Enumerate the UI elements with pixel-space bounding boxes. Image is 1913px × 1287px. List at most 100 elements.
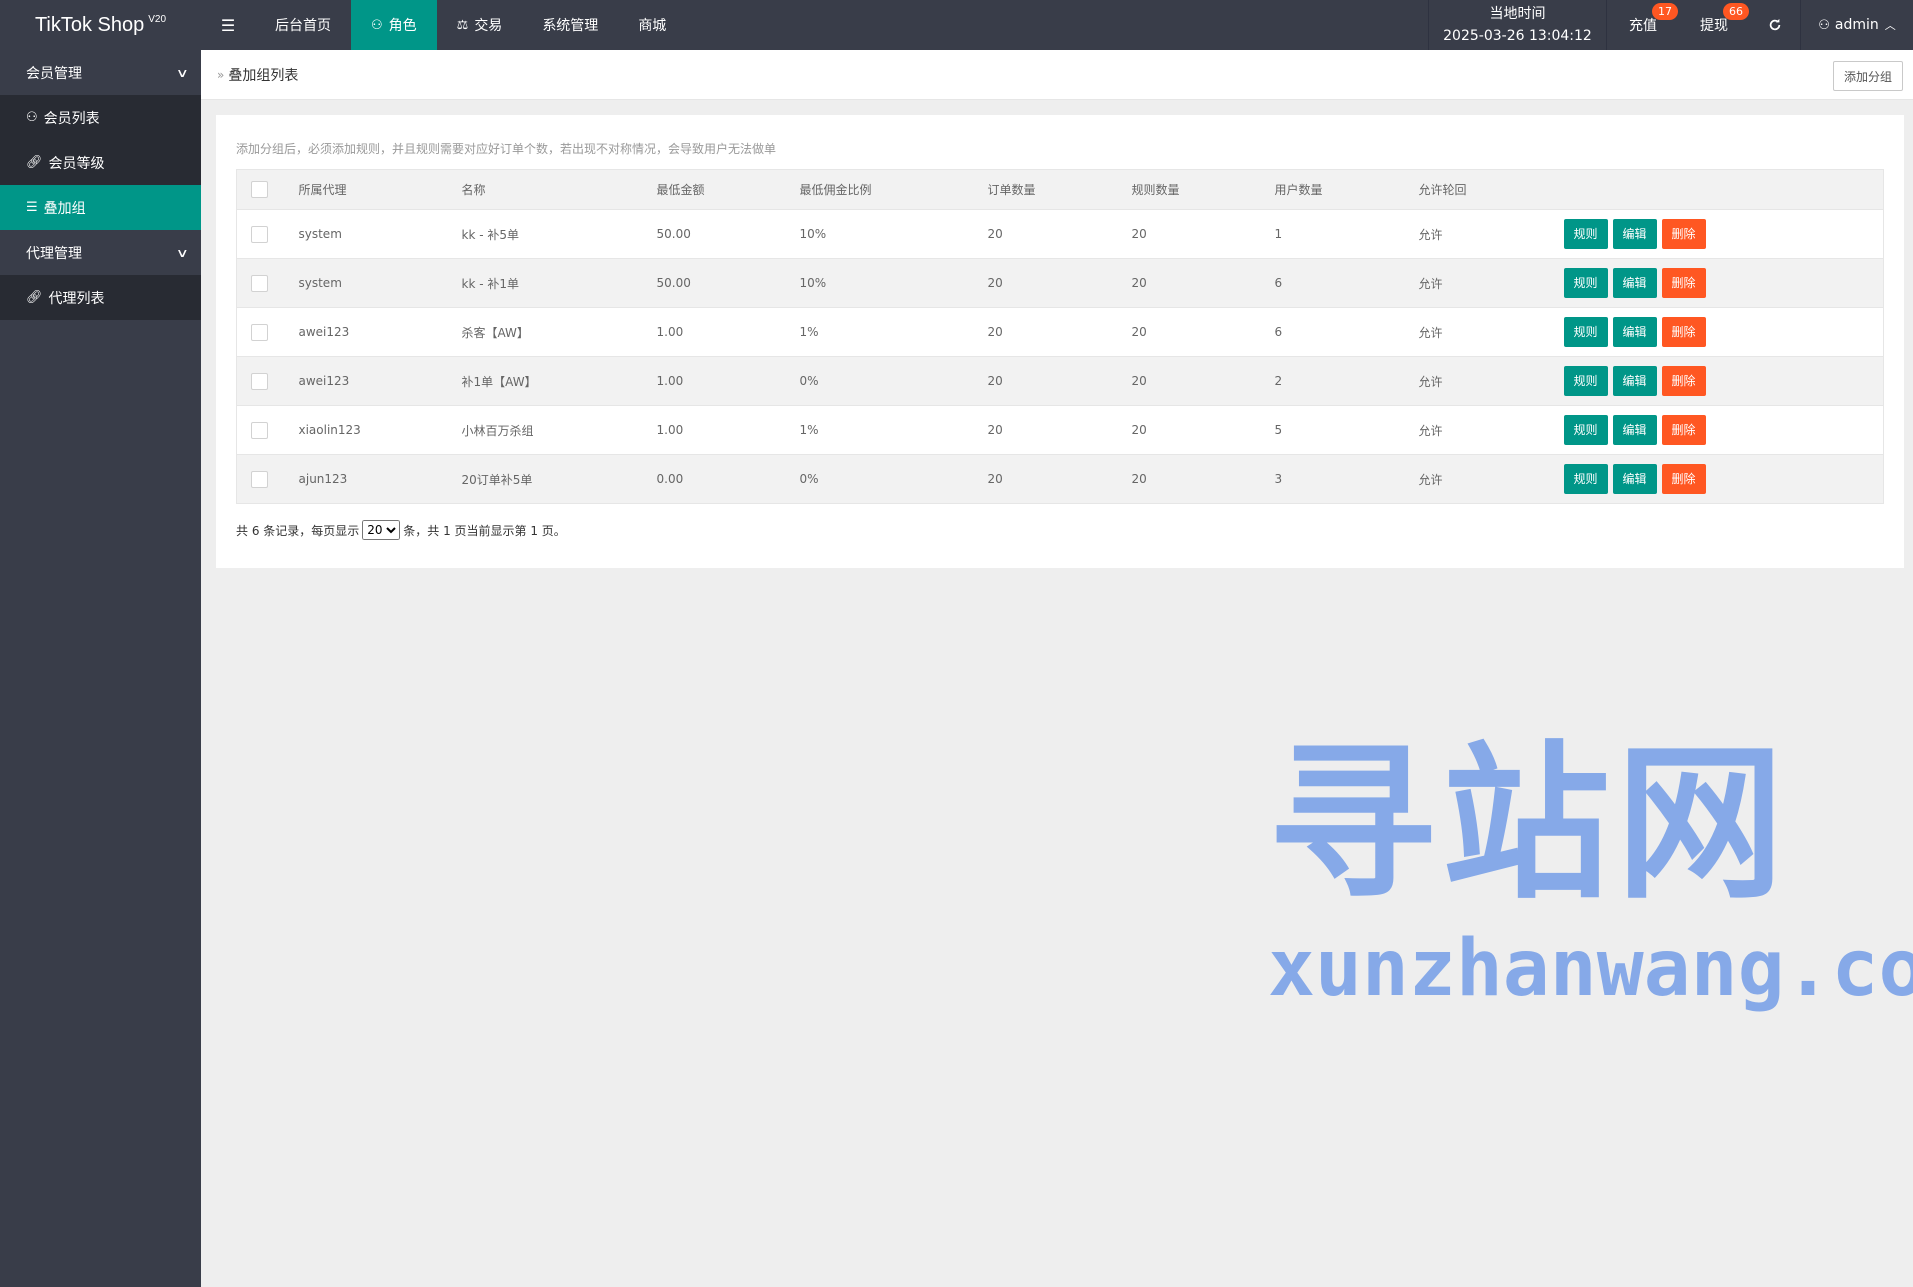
table-cell: 1.00 bbox=[656, 307, 800, 357]
double-chevron-icon: » bbox=[217, 67, 225, 82]
recharge-button[interactable]: 充值 17 bbox=[1607, 0, 1679, 50]
user-icon: ⚇ bbox=[1818, 17, 1830, 33]
menu-toggle-icon[interactable]: ☰ bbox=[201, 0, 255, 50]
table-cell: 1 bbox=[1274, 209, 1419, 259]
delete-button[interactable]: 删除 bbox=[1661, 268, 1706, 298]
chevron-down-icon: ∨ bbox=[176, 65, 190, 80]
delete-button[interactable]: 删除 bbox=[1661, 415, 1706, 445]
rule-button[interactable]: 规则 bbox=[1563, 268, 1608, 298]
sidebar-item-member-list[interactable]: ⚇ 会员列表 bbox=[0, 95, 201, 140]
row-checkbox[interactable] bbox=[251, 323, 268, 341]
row-actions: 规则 编辑 删除 bbox=[1563, 405, 1884, 455]
nav-item-shop[interactable]: 商城 bbox=[618, 0, 686, 50]
row-checkbox[interactable] bbox=[251, 274, 268, 292]
table-cell: 允许 bbox=[1418, 356, 1564, 406]
table-cell: 5 bbox=[1274, 405, 1419, 455]
user-menu[interactable]: ⚇ admin ︿ bbox=[1801, 0, 1913, 50]
table-cell: 50.00 bbox=[656, 209, 800, 259]
edit-button[interactable]: 编辑 bbox=[1612, 219, 1657, 249]
sidebar-group-members[interactable]: 会员管理 ∨ bbox=[0, 50, 201, 95]
table-cell: awei123 bbox=[298, 356, 462, 406]
select-all-checkbox[interactable] bbox=[251, 181, 268, 198]
table-cell: 20 bbox=[987, 454, 1132, 504]
table-cell: 2 bbox=[1274, 356, 1419, 406]
page-size-select[interactable]: 20 bbox=[362, 520, 401, 540]
table-cell: 20 bbox=[987, 307, 1132, 357]
sidebar-item-label: 会员等级 bbox=[48, 155, 105, 172]
chevron-up-icon: ︿ bbox=[1884, 19, 1896, 32]
rule-button[interactable]: 规则 bbox=[1563, 219, 1608, 249]
app-logo[interactable]: TikTok Shop V20 bbox=[0, 0, 201, 50]
nav-item-trade[interactable]: ⚖ 交易 bbox=[437, 0, 523, 50]
table-cell: 20 bbox=[987, 209, 1132, 259]
table-row: system kk - 补1单 50.00 10% 20 20 6 允许 规则 编辑 删除 bbox=[236, 258, 1884, 308]
nav-item-system[interactable]: 系统管理 bbox=[522, 0, 618, 50]
table-cell: 允许 bbox=[1418, 307, 1564, 357]
table-cell: 1% bbox=[799, 405, 988, 455]
table-cell: 10% bbox=[799, 258, 988, 308]
add-group-button[interactable]: 添加分组 bbox=[1832, 61, 1903, 91]
table-cell: 允许 bbox=[1418, 209, 1564, 259]
column-header: 订单数量 bbox=[987, 169, 1132, 210]
list-icon: ☰ bbox=[26, 200, 38, 215]
column-header: 允许轮回 bbox=[1418, 169, 1564, 210]
column-header: 规则数量 bbox=[1131, 169, 1275, 210]
table-cell: 20 bbox=[1131, 307, 1275, 357]
rule-button[interactable]: 规则 bbox=[1563, 317, 1608, 347]
table-cell: 允许 bbox=[1418, 405, 1564, 455]
nav-item-dashboard[interactable]: 后台首页 bbox=[255, 0, 351, 50]
recharge-label: 充值 bbox=[1629, 18, 1657, 34]
edit-button[interactable]: 编辑 bbox=[1612, 415, 1657, 445]
sidebar-group-agents[interactable]: 代理管理 ∨ bbox=[0, 230, 201, 275]
user-icon: ⚇ bbox=[371, 17, 383, 33]
sidebar-item-stack-group[interactable]: ☰ 叠加组 bbox=[0, 185, 201, 230]
row-checkbox[interactable] bbox=[251, 421, 268, 439]
delete-button[interactable]: 删除 bbox=[1661, 464, 1706, 494]
row-checkbox[interactable] bbox=[251, 470, 268, 488]
table-cell: 20 bbox=[987, 258, 1132, 308]
table-cell: 允许 bbox=[1418, 454, 1564, 504]
table-cell: awei123 bbox=[298, 307, 462, 357]
local-time: 当地时间 2025-03-26 13:04:12 bbox=[1428, 0, 1607, 50]
table-cell: 20 bbox=[1131, 209, 1275, 259]
table-row: awei123 杀客【AW】 1.00 1% 20 20 6 允许 规则 编辑 删除 bbox=[236, 307, 1884, 357]
breadcrumb: » 叠加组列表 添加分组 bbox=[201, 50, 1913, 100]
table-cell: xiaolin123 bbox=[298, 405, 462, 455]
sidebar-item-agent-list[interactable]: 🔗︎ 代理列表 bbox=[0, 275, 201, 320]
rule-button[interactable]: 规则 bbox=[1563, 464, 1608, 494]
rule-button[interactable]: 规则 bbox=[1563, 366, 1608, 396]
nav-item-role[interactable]: ⚇ 角色 bbox=[351, 0, 437, 50]
edit-button[interactable]: 编辑 bbox=[1612, 464, 1657, 494]
delete-button[interactable]: 删除 bbox=[1661, 366, 1706, 396]
user-name: admin bbox=[1834, 17, 1879, 33]
table-cell: kk - 补5单 bbox=[461, 209, 657, 259]
table-cell: 1.00 bbox=[656, 405, 800, 455]
row-checkbox[interactable] bbox=[251, 225, 268, 243]
table-row: system kk - 补5单 50.00 10% 20 20 1 允许 规则 编辑 删除 bbox=[236, 209, 1884, 259]
withdraw-button[interactable]: 提现 66 bbox=[1679, 0, 1749, 50]
refresh-icon[interactable] bbox=[1749, 0, 1801, 50]
delete-button[interactable]: 删除 bbox=[1661, 317, 1706, 347]
chevron-down-icon: ∨ bbox=[176, 245, 190, 260]
row-actions: 规则 编辑 删除 bbox=[1563, 258, 1884, 308]
table-header-row: 所属代理 名称 最低金额 最低佣金比例 订单数量 规则数量 用户数量 允许轮回 bbox=[236, 169, 1884, 210]
row-actions: 规则 编辑 删除 bbox=[1563, 454, 1884, 504]
edit-button[interactable]: 编辑 bbox=[1612, 317, 1657, 347]
row-actions: 规则 编辑 删除 bbox=[1563, 356, 1884, 406]
table-cell: 6 bbox=[1274, 258, 1419, 308]
delete-button[interactable]: 删除 bbox=[1661, 219, 1706, 249]
nav-label: 后台首页 bbox=[275, 18, 331, 34]
rule-button[interactable]: 规则 bbox=[1563, 415, 1608, 445]
nav-label: 系统管理 bbox=[542, 18, 599, 34]
table-cell: 10% bbox=[799, 209, 988, 259]
pager-suffix: 条，共 1 页当前显示第 1 页。 bbox=[403, 523, 566, 538]
group-table: 所属代理 名称 最低金额 最低佣金比例 订单数量 规则数量 用户数量 允许轮回 … bbox=[236, 169, 1884, 504]
table-cell: 20 bbox=[1131, 405, 1275, 455]
edit-button[interactable]: 编辑 bbox=[1612, 268, 1657, 298]
sidebar-group-label: 会员管理 bbox=[26, 65, 82, 82]
watermark-title: 寻站网 bbox=[1268, 726, 1790, 922]
sidebar-item-member-level[interactable]: 🔗︎ 会员等级 bbox=[0, 140, 201, 185]
edit-button[interactable]: 编辑 bbox=[1612, 366, 1657, 396]
row-actions: 规则 编辑 删除 bbox=[1563, 209, 1884, 259]
row-checkbox[interactable] bbox=[251, 372, 268, 390]
